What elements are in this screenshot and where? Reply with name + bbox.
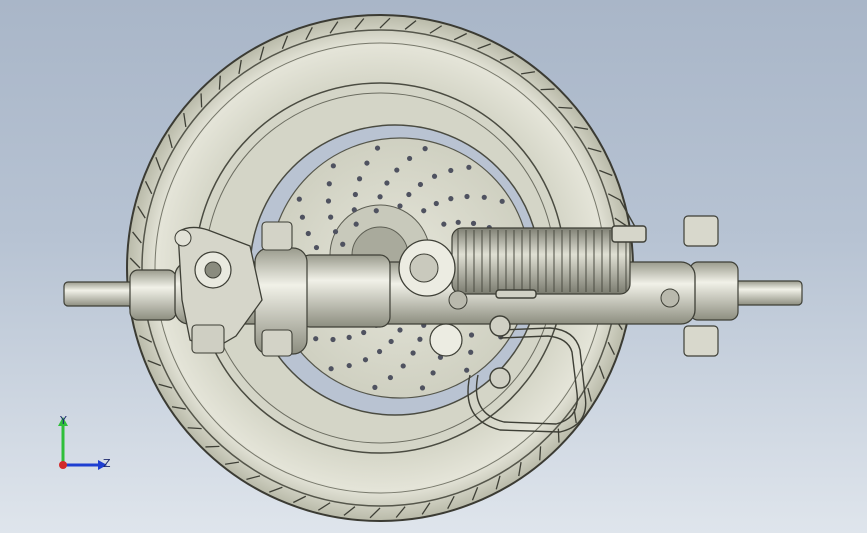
triad-z-label: Z bbox=[103, 457, 111, 470]
disc-hole bbox=[376, 348, 383, 355]
disc-hole bbox=[455, 219, 461, 225]
disc-hole bbox=[353, 221, 359, 227]
disc-hole bbox=[448, 167, 454, 174]
disc-hole bbox=[417, 336, 423, 342]
disc-hole bbox=[346, 334, 352, 340]
disc-hole bbox=[397, 203, 403, 209]
tread-groove bbox=[205, 445, 220, 448]
disc-hole bbox=[352, 191, 358, 198]
tread-groove bbox=[558, 106, 573, 109]
disc-hole bbox=[464, 193, 470, 200]
disc-hole bbox=[464, 367, 470, 373]
tread-groove bbox=[200, 93, 203, 108]
x-axis-origin bbox=[59, 461, 67, 469]
disc-hole bbox=[468, 332, 475, 338]
disc-hole bbox=[340, 241, 346, 247]
disc-hole bbox=[326, 181, 332, 187]
tie-rod-left[interactable] bbox=[63, 269, 177, 321]
tie-rod-right[interactable] bbox=[683, 215, 803, 357]
disc-hole bbox=[325, 198, 332, 204]
disc-hole bbox=[330, 336, 336, 343]
disc-hole bbox=[406, 191, 412, 198]
disc-hole bbox=[400, 363, 406, 369]
disc-hole bbox=[421, 208, 427, 214]
disc-hole bbox=[361, 329, 367, 336]
disc-hole bbox=[422, 146, 428, 152]
tread-groove bbox=[218, 75, 221, 90]
disc-hole bbox=[374, 145, 381, 151]
disc-hole bbox=[470, 220, 477, 226]
disc-hole bbox=[481, 194, 487, 200]
disc-hole bbox=[397, 327, 403, 333]
disc-hole bbox=[351, 207, 357, 213]
disc-hole bbox=[332, 229, 339, 235]
tread-groove bbox=[539, 446, 542, 461]
disc-hole bbox=[433, 200, 439, 207]
disc-hole bbox=[388, 338, 394, 345]
disc-hole bbox=[441, 221, 447, 227]
disc-hole bbox=[406, 155, 413, 162]
disc-hole bbox=[362, 357, 369, 363]
disc-hole bbox=[296, 196, 302, 202]
disc-hole bbox=[364, 160, 370, 166]
disc-hole bbox=[419, 385, 426, 391]
disc-hole bbox=[305, 230, 311, 237]
disc-hole bbox=[313, 336, 319, 342]
disc-hole bbox=[299, 214, 306, 220]
disc-hole bbox=[430, 370, 436, 376]
disc-hole bbox=[448, 196, 454, 202]
tread-groove bbox=[187, 427, 202, 430]
cad-model-view[interactable] bbox=[0, 0, 867, 533]
disc-hole bbox=[387, 374, 394, 381]
disc-hole bbox=[328, 366, 334, 372]
disc-hole bbox=[466, 164, 472, 170]
disc-hole bbox=[417, 181, 424, 188]
3d-viewport[interactable]: Y Z bbox=[0, 0, 867, 533]
disc-hole bbox=[468, 349, 474, 355]
disc-hole bbox=[372, 384, 378, 390]
disc-hole bbox=[313, 244, 320, 251]
triad-y-label: Y bbox=[60, 414, 67, 427]
disc-hole bbox=[330, 163, 336, 169]
disc-hole bbox=[410, 350, 416, 356]
disc-hole bbox=[384, 180, 390, 186]
tread-groove bbox=[557, 428, 560, 443]
disc-hole bbox=[499, 198, 505, 204]
disc-hole bbox=[373, 208, 379, 214]
disc-hole bbox=[356, 176, 363, 182]
disc-hole bbox=[346, 362, 352, 369]
disc-hole bbox=[431, 173, 438, 179]
rack-bellows[interactable] bbox=[451, 227, 631, 295]
disc-hole bbox=[394, 167, 400, 173]
tread-groove bbox=[540, 88, 555, 91]
disc-hole bbox=[377, 194, 383, 200]
disc-hole bbox=[328, 214, 334, 220]
